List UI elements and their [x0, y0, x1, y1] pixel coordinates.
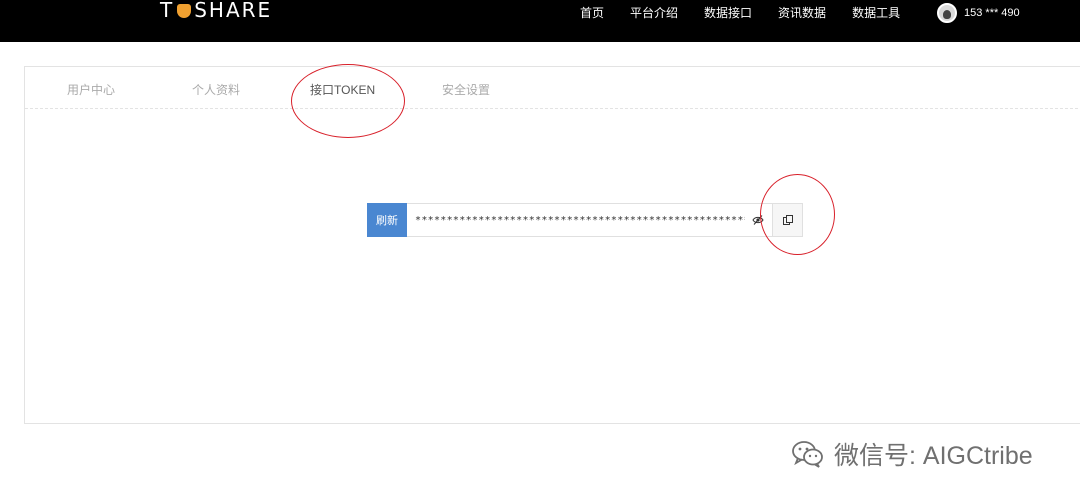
main-nav: 首页 平台介绍 数据接口 资讯数据 数据工具 — [580, 5, 926, 21]
user-menu[interactable]: 153 *** 490 — [937, 3, 1020, 23]
nav-home[interactable]: 首页 — [580, 5, 604, 21]
user-phone[interactable]: 153 *** 490 — [964, 7, 1020, 19]
tushare-logo[interactable]: T SHARE — [160, 0, 273, 22]
logo-text-end: SHARE — [194, 0, 273, 22]
bull-logo-icon — [177, 4, 192, 18]
eye-icon[interactable] — [752, 214, 764, 226]
logo-text-start: T — [160, 0, 175, 22]
account-panel: 用户中心 个人资料 接口TOKEN 安全设置 刷新 **************… — [24, 66, 1080, 424]
tab-security-settings[interactable]: 安全设置 — [442, 81, 490, 98]
refresh-token-button[interactable]: 刷新 — [367, 203, 407, 237]
account-tabs: 用户中心 个人资料 接口TOKEN 安全设置 — [25, 67, 1080, 109]
wechat-watermark: 微信号: AIGCtribe — [790, 436, 1033, 472]
nav-data-tools[interactable]: 数据工具 — [852, 5, 900, 21]
copy-icon — [782, 215, 793, 225]
token-masked-value: ****************************************… — [415, 215, 745, 226]
top-navbar: T SHARE 首页 平台介绍 数据接口 资讯数据 数据工具 153 *** 4… — [0, 0, 1080, 42]
user-avatar-icon[interactable] — [937, 3, 957, 23]
nav-data-api[interactable]: 数据接口 — [704, 5, 752, 21]
copy-token-button[interactable] — [773, 203, 803, 237]
watermark-text: 微信号: AIGCtribe — [834, 442, 1033, 470]
token-field[interactable]: ****************************************… — [407, 203, 773, 237]
tab-user-center[interactable]: 用户中心 — [67, 81, 115, 98]
wechat-icon — [792, 441, 823, 468]
nav-news-data[interactable]: 资讯数据 — [778, 5, 826, 21]
nav-platform-intro[interactable]: 平台介绍 — [630, 5, 678, 21]
tab-api-token[interactable]: 接口TOKEN — [310, 81, 375, 98]
tab-profile[interactable]: 个人资料 — [192, 81, 240, 98]
token-row: 刷新 *************************************… — [367, 203, 803, 237]
